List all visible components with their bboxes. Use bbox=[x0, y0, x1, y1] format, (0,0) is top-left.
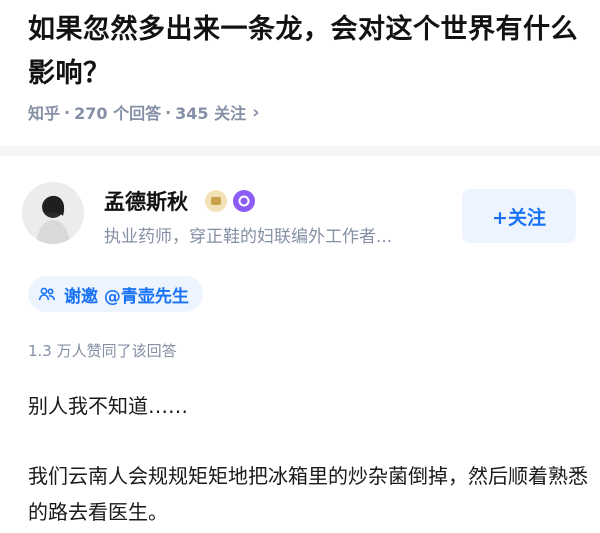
purple-badge-icon[interactable] bbox=[233, 190, 255, 212]
source-label: 知乎 bbox=[28, 104, 61, 123]
answer-paragraph: 我们云南人会规规矩矩地把冰箱里的炒杂菌倒掉，然后顺着熟悉的路去看医生。 bbox=[28, 464, 588, 524]
invite-tag[interactable]: 谢邀 @青壶先生 bbox=[28, 276, 203, 312]
follower-count: 345 关注 bbox=[175, 104, 247, 123]
section-divider bbox=[0, 146, 600, 156]
chevron-right-icon: › bbox=[252, 101, 260, 123]
avatar[interactable] bbox=[22, 182, 84, 244]
meta-separator: · bbox=[165, 102, 172, 122]
vote-count: 1.3 万人赞同了该回答 bbox=[28, 342, 177, 360]
question-meta[interactable]: 知乎 · 270 个回答 · 345 关注 › bbox=[28, 100, 260, 124]
question-title[interactable]: 如果忽然多出来一条龙，会对这个世界有什么影响？ bbox=[28, 8, 578, 96]
answer-page: 如果忽然多出来一条龙，会对这个世界有什么影响？ 知乎 · 270 个回答 · 3… bbox=[0, 0, 600, 533]
author-name[interactable]: 孟德斯秋 bbox=[104, 186, 188, 216]
medal-icon[interactable] bbox=[205, 190, 227, 212]
follow-button[interactable]: +关注 bbox=[462, 189, 576, 243]
answer-count: 270 个回答 bbox=[74, 104, 162, 123]
invite-label: 谢邀 @青壶先生 bbox=[64, 286, 189, 307]
answer-paragraph: 别人我不知道…… bbox=[28, 394, 188, 418]
author-bio: 执业药师，穿正鞋的妇联编外工作者... bbox=[104, 227, 393, 247]
meta-separator: · bbox=[64, 102, 71, 122]
users-icon bbox=[38, 287, 56, 301]
user-avatar-icon bbox=[22, 182, 84, 244]
